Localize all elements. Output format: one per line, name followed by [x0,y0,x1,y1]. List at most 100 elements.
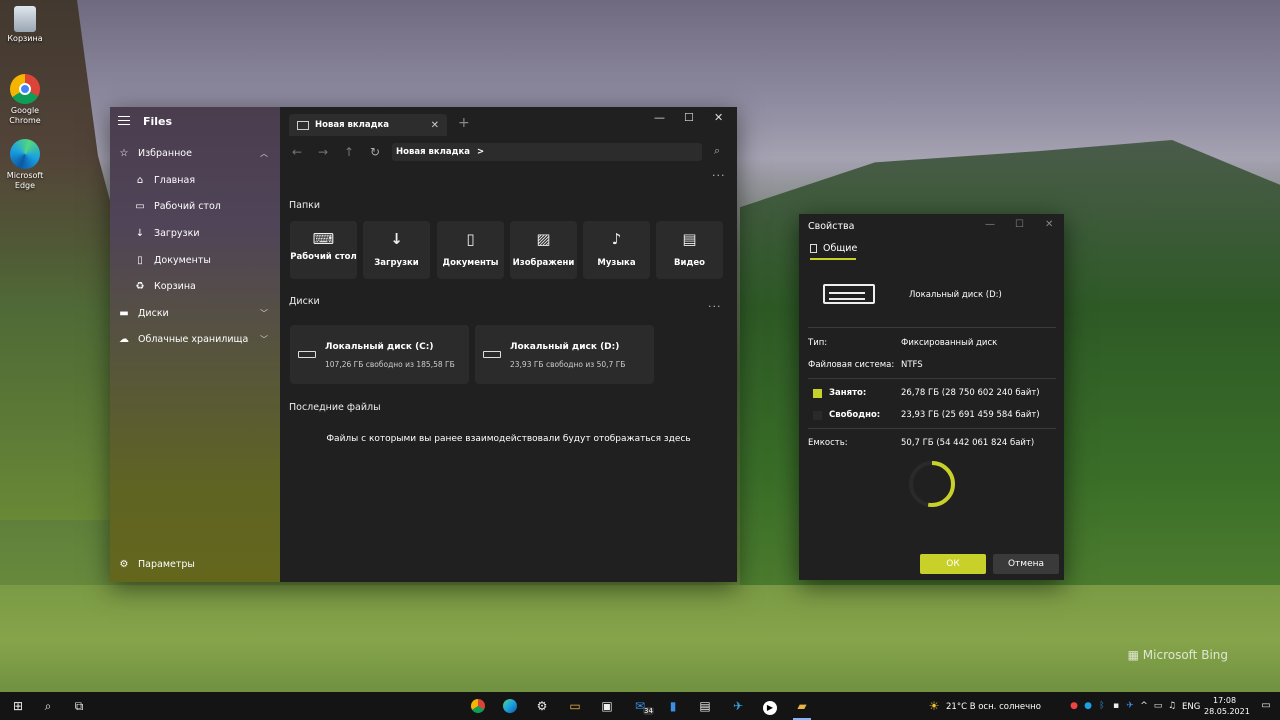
folder-music[interactable]: ♪ Музыка [583,221,650,279]
taskbar-chrome-icon[interactable] [468,696,488,716]
drive-icon [483,351,501,358]
app-title: Files [143,115,173,128]
cancel-button[interactable]: Отмена [993,554,1059,574]
sidebar-item-label: Главная [154,174,196,186]
sidebar-item-downloads[interactable]: ↓ Загрузки [110,221,280,245]
more-options-icon[interactable]: ··· [712,169,726,182]
sidebar-item-label: Облачные хранилища [138,333,249,345]
free-label: Свободно: [829,410,881,420]
drive-icon: ▬ [119,307,129,319]
desktop-icon-label: Корзина [7,34,43,43]
taskbar: ⊞ ⌕ ⧉ ⚙ ▭ ▣ ✉ 34 ▮ ▤ ✈ ▶ ▰ ☀ 21°C В осн.… [0,692,1280,720]
minimize-button[interactable]: — [654,111,665,124]
recycle-bin-icon: ♻ [135,280,145,292]
gear-icon: ⚙ [119,558,129,570]
desktop-icon-label: Microsoft Edge [6,171,44,190]
dialog-title: Свойства [808,221,855,232]
drive-free-space: 107,26 ГБ свободно из 185,58 ГБ [325,360,455,369]
taskbar-telegram-icon[interactable]: ✈ [728,696,748,716]
drive-icon [823,284,875,304]
close-button[interactable]: ✕ [1045,219,1053,230]
taskbar-store-icon[interactable]: ▣ [597,696,617,716]
forward-arrow-icon[interactable]: → [318,145,328,159]
desktop-icon-recycle-bin[interactable]: Корзина [2,6,48,44]
clock-time[interactable]: 17:08 [1213,696,1236,705]
sidebar-item-settings[interactable]: ⚙ Параметры [110,552,280,576]
drive-free-space: 23,93 ГБ свободно из 50,7 ГБ [510,360,626,369]
new-tab-button[interactable]: + [458,115,470,131]
folder-documents[interactable]: ▯ Документы [437,221,504,279]
sidebar-item-label: Диски [138,307,169,319]
drive-icon [298,351,316,358]
address-bar[interactable]: Новая вкладка > [392,143,702,161]
start-button-windows-icon[interactable]: ⊞ [8,696,28,716]
tab-underline [810,258,856,260]
sidebar-item-home[interactable]: ⌂ Главная [110,168,280,192]
properties-dialog: Свойства — ☐ ✕ Общие Локальный диск (D:)… [799,214,1064,580]
task-view-icon[interactable]: ⧉ [69,696,89,716]
up-arrow-icon[interactable]: ↑ [344,145,354,159]
chevron-up-icon: ︿ [260,148,268,158]
input-language[interactable]: ENG [1182,702,1200,712]
tab-close-icon[interactable]: ✕ [431,120,439,131]
close-button[interactable]: ✕ [714,111,723,124]
back-arrow-icon[interactable]: ← [292,145,302,159]
bing-watermark: ▦ Microsoft Bing [1127,648,1228,662]
sidebar-item-recycle-bin[interactable]: ♻ Корзина [110,274,280,298]
folder-label: Загрузки [374,258,419,268]
weather-sun-icon[interactable]: ☀ [924,696,944,716]
taskbar-terminal-icon[interactable]: ▤ [695,696,715,716]
drive-d[interactable]: Локальный диск (D:) 23,93 ГБ свободно из… [475,325,654,384]
sidebar-item-documents[interactable]: ▯ Документы [110,248,280,272]
free-color-swatch [813,411,822,420]
taskbar-settings-icon[interactable]: ⚙ [532,696,552,716]
volume-icon[interactable]: ♫ [1162,696,1182,716]
breadcrumb-separator: > [476,147,485,157]
sidebar-item-desktop[interactable]: ▭ Рабочий стол [110,194,280,218]
filesystem-value: NTFS [901,360,923,370]
sidebar-item-drives[interactable]: ▬ Диски ﹀ [110,301,280,325]
notifications-icon[interactable]: ▭ [1256,696,1276,716]
taskbar-edge-icon[interactable] [500,696,520,716]
hamburger-menu-icon[interactable] [118,116,130,125]
taskbar-notes-icon[interactable]: ▮ [663,696,683,716]
chevron-down-icon: ﹀ [260,308,268,318]
ok-button[interactable]: ОК [920,554,986,574]
tab-new[interactable]: Новая вкладка ✕ [289,114,447,136]
tab-label: Новая вкладка [315,120,389,130]
maximize-button[interactable]: ☐ [1015,219,1024,230]
recent-empty-message: Файлы с которыми вы ранее взаимодействов… [326,434,691,444]
document-icon: ▯ [466,230,475,248]
weather-text[interactable]: 21°C В осн. солнечно [946,702,1041,712]
tab-general[interactable]: Общие [810,243,857,254]
taskbar-media-icon[interactable]: ▶ [760,696,780,716]
sidebar-item-favorites[interactable]: ☆ Избранное ︿ [110,141,280,165]
music-icon: ♪ [611,230,622,248]
files-main-pane: Новая вкладка ✕ + — ☐ ✕ ← → ↑ ↻ Новая вк… [280,107,737,582]
download-icon: ↓ [390,230,403,248]
drive-name: Локальный диск (D:) [909,290,1002,300]
desktop-icon-chrome[interactable]: Google Chrome [2,74,48,126]
divider [808,428,1056,429]
more-options-icon[interactable]: ··· [708,300,722,313]
taskbar-files-icon[interactable]: ▰ [792,696,812,716]
breadcrumb-item[interactable]: Новая вкладка [396,147,470,157]
home-icon: ⌂ [136,174,144,186]
taskbar-explorer-icon[interactable]: ▭ [565,696,585,716]
clock-date[interactable]: 28.05.2021 [1204,707,1250,716]
folder-downloads[interactable]: ↓ Загрузки [363,221,430,279]
type-label: Тип: [808,338,828,348]
drive-c[interactable]: Локальный диск (C:) 107,26 ГБ свободно и… [290,325,469,384]
sidebar-item-cloud[interactable]: ☁ Облачные хранилища ﹀ [110,327,280,351]
search-icon[interactable]: ⌕ [714,144,720,158]
document-icon [810,244,817,253]
folder-video[interactable]: ▤ Видео [656,221,723,279]
minimize-button[interactable]: — [985,219,995,230]
desktop-icon-edge[interactable]: Microsoft Edge [2,139,48,191]
folder-desktop[interactable]: ⌨ Рабочий стол [290,221,357,279]
folder-images[interactable]: ▨ Изображени [510,221,577,279]
refresh-icon[interactable]: ↻ [370,145,380,159]
search-icon[interactable]: ⌕ [38,696,58,716]
folder-label: Изображени [512,258,575,268]
maximize-button[interactable]: ☐ [684,111,694,124]
